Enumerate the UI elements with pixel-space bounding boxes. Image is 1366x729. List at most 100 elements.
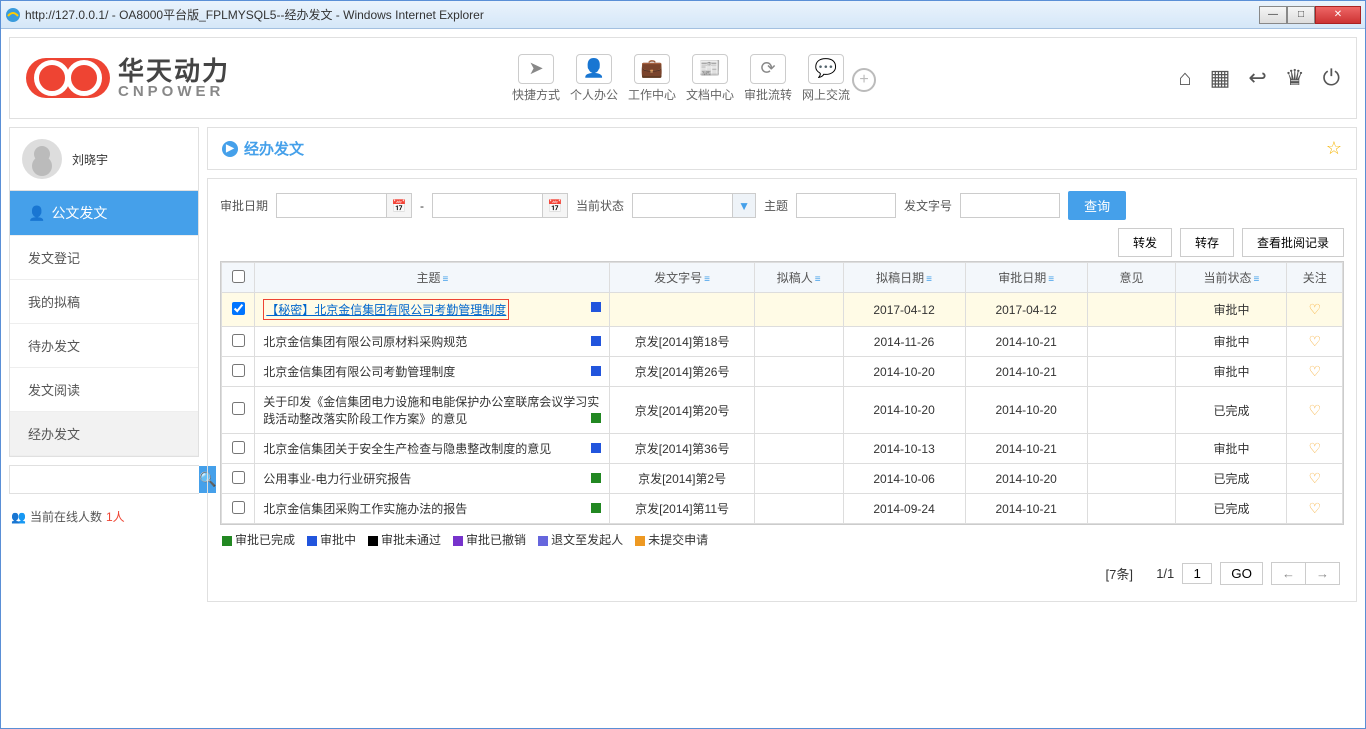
filter-docnum-input[interactable]: [960, 193, 1060, 218]
topnav-item[interactable]: ➤快捷方式: [510, 54, 562, 103]
cell-approve-date: 2014-10-21: [965, 327, 1087, 357]
user-icon: 👤: [28, 205, 45, 222]
filter-status-select[interactable]: [632, 193, 732, 218]
topnav-label: 工作中心: [626, 86, 678, 103]
cell-docnum: 京发[2014]第18号: [610, 327, 754, 357]
topbar-tools: ⌂ ▦ ↩ ♛ ⏻: [1178, 65, 1340, 91]
subject-link[interactable]: 【秘密】北京金信集团有限公司考勤管理制度: [266, 303, 506, 317]
cell-opinion: [1087, 387, 1176, 434]
page-prev-button[interactable]: ←: [1272, 563, 1306, 584]
table-header[interactable]: 发文字号≡: [610, 263, 754, 293]
topnav-add-button[interactable]: +: [852, 68, 876, 92]
menu-header[interactable]: 👤公文发文: [10, 191, 198, 236]
heart-icon[interactable]: ♡: [1308, 402, 1321, 418]
cell-approve-date: 2017-04-12: [965, 293, 1087, 327]
page-input[interactable]: [1182, 563, 1212, 584]
sort-icon: ≡: [926, 274, 932, 285]
menu-item[interactable]: 经办发文: [10, 412, 198, 456]
menu-item[interactable]: 我的拟稿: [10, 280, 198, 324]
sidebar-search-input[interactable]: [10, 466, 199, 493]
window-maximize-button[interactable]: □: [1287, 6, 1315, 24]
cell-draft-date: 2014-10-20: [843, 387, 965, 434]
cell-author: [754, 387, 843, 434]
table-row: 公用事业-电力行业研究报告 京发[2014]第2号 2014-10-06 201…: [222, 464, 1343, 494]
window-minimize-button[interactable]: —: [1259, 6, 1287, 24]
table-header[interactable]: 拟稿日期≡: [843, 263, 965, 293]
cell-draft-date: 2014-09-24: [843, 494, 965, 524]
page-go-button[interactable]: GO: [1220, 562, 1263, 585]
status-dot: [591, 443, 601, 453]
filter-date-to-input[interactable]: [432, 193, 542, 218]
heart-icon[interactable]: ♡: [1308, 440, 1321, 456]
home-icon[interactable]: ⌂: [1178, 65, 1191, 91]
table-header[interactable]: 审批日期≡: [965, 263, 1087, 293]
menu-item[interactable]: 发文登记: [10, 236, 198, 280]
apps-icon[interactable]: ▦: [1210, 65, 1231, 91]
table-row: 关于印发《金信集团电力设施和电能保护办公室联席会议学习实践活动整改落实阶段工作方…: [222, 387, 1343, 434]
calendar-icon[interactable]: 📅: [542, 193, 568, 218]
topnav-item[interactable]: 💬网上交流: [800, 54, 852, 103]
table-header[interactable]: 关注: [1287, 263, 1343, 293]
legend-item: 未提交申请: [635, 531, 708, 548]
shirt-icon[interactable]: ♛: [1285, 65, 1305, 91]
chevron-down-icon[interactable]: ▼: [732, 193, 756, 218]
row-checkbox[interactable]: [232, 441, 245, 454]
row-checkbox[interactable]: [232, 364, 245, 377]
cell-opinion: [1087, 293, 1176, 327]
logo-text-cn: 华天动力: [118, 58, 230, 84]
topnav-item[interactable]: 👤个人办公: [568, 54, 620, 103]
row-checkbox[interactable]: [232, 501, 245, 514]
back-icon[interactable]: ↩: [1248, 65, 1266, 91]
row-checkbox[interactable]: [232, 302, 245, 315]
cell-draft-date: 2014-10-13: [843, 434, 965, 464]
legend-item: 审批中: [307, 531, 356, 548]
heart-icon[interactable]: ♡: [1308, 301, 1321, 317]
legend-color: [307, 536, 317, 546]
sort-icon: ≡: [815, 274, 821, 285]
sidebar-search: 🔍: [9, 465, 199, 494]
ie-icon: [5, 7, 21, 23]
logo-icon: [26, 58, 110, 98]
cell-approve-date: 2014-10-21: [965, 494, 1087, 524]
filter-subject-label: 主题: [764, 197, 788, 214]
status-dot: [591, 473, 601, 483]
filter-date-label: 审批日期: [220, 197, 268, 214]
cell-docnum: 京发[2014]第2号: [610, 464, 754, 494]
forward-button[interactable]: 转发: [1118, 228, 1172, 257]
table-row: 北京金信集团采购工作实施办法的报告 京发[2014]第11号 2014-09-2…: [222, 494, 1343, 524]
savecopy-button[interactable]: 转存: [1180, 228, 1234, 257]
favorite-star-icon[interactable]: ☆: [1326, 138, 1342, 159]
select-all-checkbox[interactable]: [232, 270, 245, 283]
heart-icon[interactable]: ♡: [1308, 363, 1321, 379]
filter-subject-input[interactable]: [796, 193, 896, 218]
topnav-item[interactable]: 📰文档中心: [684, 54, 736, 103]
panel-title: 经办发文: [244, 138, 304, 159]
row-checkbox[interactable]: [232, 471, 245, 484]
menu-item[interactable]: 发文阅读: [10, 368, 198, 412]
viewlog-button[interactable]: 查看批阅记录: [1242, 228, 1344, 257]
cell-status: 审批中: [1176, 357, 1287, 387]
row-checkbox[interactable]: [232, 334, 245, 347]
table-row: 北京金信集团有限公司原材料采购规范 京发[2014]第18号 2014-11-2…: [222, 327, 1343, 357]
window-close-button[interactable]: ✕: [1315, 6, 1361, 24]
filter-date-from-input[interactable]: [276, 193, 386, 218]
cell-docnum: 京发[2014]第36号: [610, 434, 754, 464]
query-button[interactable]: 查询: [1068, 191, 1126, 220]
table-row: 北京金信集团有限公司考勤管理制度 京发[2014]第26号 2014-10-20…: [222, 357, 1343, 387]
heart-icon[interactable]: ♡: [1308, 333, 1321, 349]
table-header[interactable]: 当前状态≡: [1176, 263, 1287, 293]
table-header[interactable]: 拟稿人≡: [754, 263, 843, 293]
cell-author: [754, 494, 843, 524]
heart-icon[interactable]: ♡: [1308, 500, 1321, 516]
menu-item[interactable]: 待办发文: [10, 324, 198, 368]
page-next-button[interactable]: →: [1306, 563, 1339, 584]
topnav-item[interactable]: ⟳审批流转: [742, 54, 794, 103]
page-info: 1/1: [1156, 566, 1174, 581]
table-header[interactable]: 意见: [1087, 263, 1176, 293]
power-icon[interactable]: ⏻: [1323, 65, 1340, 91]
table-header[interactable]: 主题≡: [255, 263, 610, 293]
row-checkbox[interactable]: [232, 402, 245, 415]
calendar-icon[interactable]: 📅: [386, 193, 412, 218]
heart-icon[interactable]: ♡: [1308, 470, 1321, 486]
topnav-item[interactable]: 💼工作中心: [626, 54, 678, 103]
